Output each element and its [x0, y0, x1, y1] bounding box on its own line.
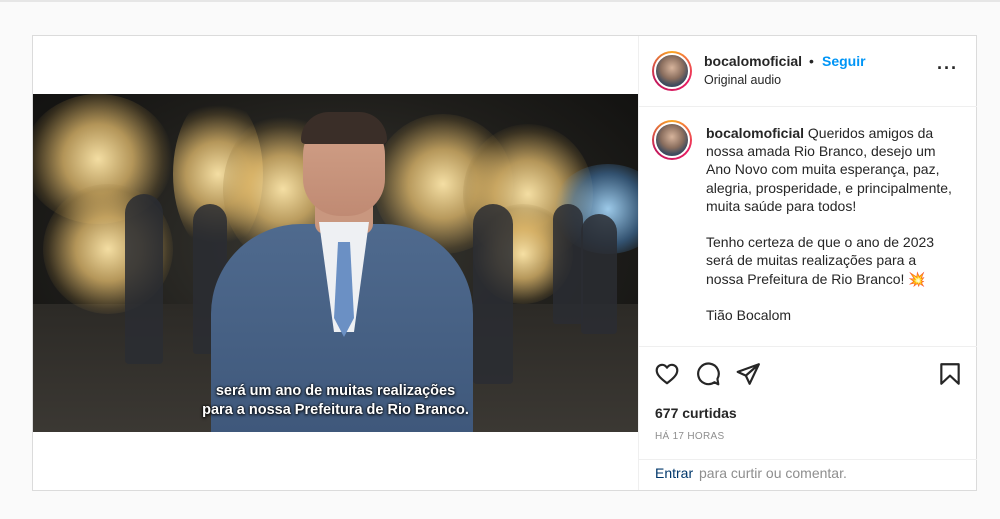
caption-text: bocalomoficial Queridos amigos da nossa … — [706, 124, 956, 324]
likes-count[interactable]: 677 curtidas — [655, 405, 737, 421]
follow-button[interactable]: Seguir — [822, 53, 866, 69]
caption-area: bocalomoficial Queridos amigos da nossa … — [639, 108, 977, 346]
post-media: será um ano de muitas realizações para a… — [33, 36, 638, 490]
more-options-icon[interactable]: ··· — [937, 58, 958, 79]
video-subtitle-line-1: será um ano de muitas realizações — [215, 383, 456, 399]
caption-avatar-image — [654, 122, 690, 158]
heart-icon[interactable] — [654, 361, 680, 387]
caption-body: Queridos amigos da nossa amada Rio Branc… — [706, 125, 952, 324]
post-sidebar: bocalomoficial • Seguir Original audio ·… — [638, 36, 977, 490]
bookmark-icon[interactable] — [937, 361, 963, 387]
avatar[interactable] — [652, 51, 692, 91]
login-prompt-text: para curtir ou comentar. — [699, 465, 847, 481]
bystander — [473, 204, 513, 384]
top-border — [0, 0, 1000, 2]
username-link[interactable]: bocalomoficial — [704, 53, 802, 69]
post-header: bocalomoficial • Seguir Original audio ·… — [639, 36, 977, 107]
speaker-hair — [301, 112, 387, 144]
comment-icon[interactable] — [695, 361, 721, 387]
caption-avatar[interactable] — [652, 120, 692, 160]
bystander — [125, 194, 163, 364]
post-card: será um ano de muitas realizações para a… — [32, 35, 977, 491]
login-link[interactable]: Entrar — [655, 465, 693, 481]
bystander — [581, 214, 617, 334]
video-subtitle-line-2: para a nossa Prefeitura de Rio Branco. — [202, 402, 469, 418]
post-timestamp[interactable]: HÁ 17 HORAS — [655, 431, 724, 442]
audio-label[interactable]: Original audio — [704, 73, 781, 87]
bystander — [553, 204, 583, 324]
send-icon[interactable] — [735, 361, 761, 387]
avatar-image — [654, 53, 690, 89]
actions-section: 677 curtidas HÁ 17 HORAS Entrar para cur… — [639, 346, 977, 490]
separator-dot: • — [809, 53, 814, 69]
video-player[interactable]: será um ano de muitas realizações para a… — [33, 94, 638, 432]
caption-username[interactable]: bocalomoficial — [706, 125, 804, 141]
